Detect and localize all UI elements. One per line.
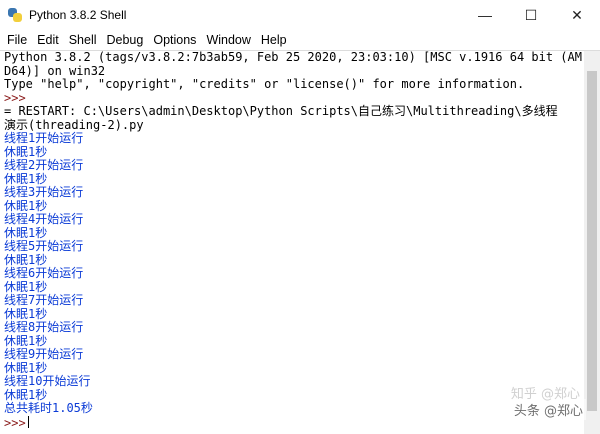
- output-line: 休眠1秒: [4, 144, 48, 159]
- python-logo-icon: [7, 7, 23, 23]
- toutiao-watermark: 头条 @郑心: [510, 399, 586, 420]
- output-line: 休眠1秒: [4, 387, 48, 402]
- output-line: 线程8开始运行: [4, 320, 84, 334]
- watermark: 知乎 @郑心 头条 @郑心: [510, 387, 586, 420]
- output-line: 线程5开始运行: [4, 239, 84, 253]
- restart-line: = RESTART: C:\Users\admin\Desktop\Python…: [4, 104, 558, 118]
- menu-help[interactable]: Help: [256, 30, 292, 50]
- output-line: 线程1开始运行: [4, 131, 84, 145]
- menu-edit[interactable]: Edit: [32, 30, 64, 50]
- output-line: 线程2开始运行: [4, 158, 84, 172]
- input-prompt-line[interactable]: >>>: [4, 415, 584, 430]
- title-bar[interactable]: Python 3.8.2 Shell — ☐ ✕: [0, 0, 600, 30]
- output-line: 休眠1秒: [4, 360, 48, 375]
- zhihu-watermark: 知乎 @郑心: [510, 387, 580, 402]
- output-line: 线程4开始运行: [4, 212, 84, 226]
- output-line: 线程10开始运行: [4, 374, 91, 388]
- menu-window[interactable]: Window: [201, 30, 255, 50]
- output-line: 总共耗时1.05秒: [4, 401, 93, 415]
- shell-prompt: >>>: [4, 415, 26, 430]
- menu-options[interactable]: Options: [148, 30, 201, 50]
- banner-line: D64)] on win32: [4, 63, 106, 78]
- output-line: 休眠1秒: [4, 279, 48, 294]
- output-line: 线程3开始运行: [4, 185, 84, 199]
- shell-prompt: >>>: [4, 90, 26, 105]
- scrollbar-thumb[interactable]: [587, 71, 597, 411]
- output-line: 休眠1秒: [4, 171, 48, 186]
- minimize-button[interactable]: —: [462, 0, 508, 30]
- vertical-scrollbar[interactable]: [584, 51, 600, 434]
- idle-shell-window: Python 3.8.2 Shell — ☐ ✕ File Edit Shell…: [0, 0, 600, 434]
- output-line: 休眠1秒: [4, 198, 48, 213]
- restart-line: 演示(threading-2).py: [4, 117, 144, 132]
- banner-line: Python 3.8.2 (tags/v3.8.2:7b3ab59, Feb 2…: [4, 51, 582, 64]
- output-line: 线程7开始运行: [4, 293, 84, 307]
- window-controls: — ☐ ✕: [462, 0, 600, 30]
- text-cursor: [27, 415, 29, 428]
- menu-debug[interactable]: Debug: [102, 30, 149, 50]
- menu-bar: File Edit Shell Debug Options Window Hel…: [0, 30, 600, 51]
- output-line: 线程9开始运行: [4, 347, 84, 361]
- output-line: 休眠1秒: [4, 225, 48, 240]
- menu-shell[interactable]: Shell: [64, 30, 102, 50]
- menu-file[interactable]: File: [2, 30, 32, 50]
- shell-text-area[interactable]: Python 3.8.2 (tags/v3.8.2:7b3ab59, Feb 2…: [0, 51, 584, 434]
- banner-line: Type "help", "copyright", "credits" or "…: [4, 77, 525, 91]
- output-line: 线程6开始运行: [4, 266, 84, 280]
- window-title: Python 3.8.2 Shell: [29, 8, 127, 22]
- maximize-button[interactable]: ☐: [508, 0, 554, 30]
- output-line: 休眠1秒: [4, 306, 48, 321]
- output-line: 休眠1秒: [4, 333, 48, 348]
- close-button[interactable]: ✕: [554, 0, 600, 30]
- output-line: 休眠1秒: [4, 252, 48, 267]
